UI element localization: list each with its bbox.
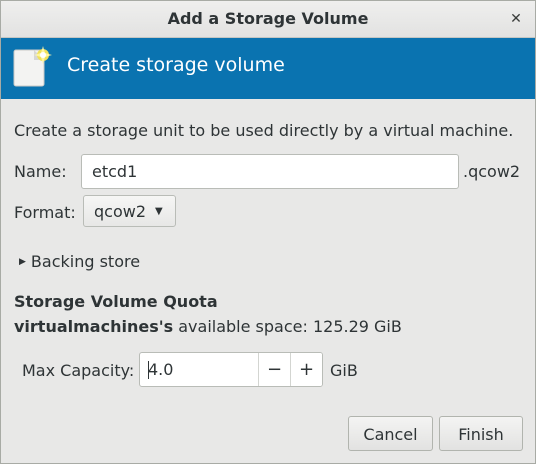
dialog-title: Add a Storage Volume: [167, 9, 369, 28]
close-icon: ✕: [510, 11, 522, 27]
name-suffix: .qcow2: [463, 162, 521, 181]
name-input[interactable]: [81, 154, 459, 189]
format-label: Format:: [14, 203, 76, 222]
title-bar[interactable]: Add a Storage Volume ✕: [1, 1, 535, 38]
quota-heading: Storage Volume Quota: [14, 292, 218, 311]
chevron-down-icon: ▼: [155, 206, 163, 217]
name-label: Name:: [14, 162, 67, 181]
close-button[interactable]: ✕: [505, 8, 527, 30]
available-space-text: virtualmachines's available space: 125.2…: [14, 317, 402, 336]
max-capacity-label: Max Capacity:: [22, 361, 135, 380]
header-banner: Create storage volume: [1, 38, 535, 99]
max-capacity-spinner: − +: [139, 352, 323, 387]
triangle-right-icon: ▶: [19, 256, 26, 267]
text-cursor: [148, 361, 149, 379]
backing-store-expander[interactable]: ▶ Backing store: [19, 251, 140, 273]
decrement-button[interactable]: −: [258, 353, 290, 386]
dialog-content: Create a storage unit to be used directl…: [1, 99, 535, 463]
format-dropdown[interactable]: qcow2 ▼: [83, 195, 176, 227]
cancel-button[interactable]: Cancel: [348, 416, 433, 451]
available-space-value: available space: 125.29 GiB: [178, 317, 402, 336]
description-text: Create a storage unit to be used directl…: [14, 121, 514, 140]
capacity-unit: GiB: [330, 361, 358, 380]
backing-store-label: Backing store: [30, 252, 141, 271]
max-capacity-input[interactable]: [140, 353, 258, 386]
new-volume-icon: [13, 46, 52, 87]
format-selected-value: qcow2: [94, 202, 147, 221]
increment-button[interactable]: +: [290, 353, 322, 386]
banner-title: Create storage volume: [67, 54, 285, 76]
finish-button[interactable]: Finish: [439, 416, 523, 451]
dialog-window: Add a Storage Volume ✕ Create storage vo…: [0, 0, 536, 464]
pool-name: virtualmachines's: [14, 317, 174, 336]
